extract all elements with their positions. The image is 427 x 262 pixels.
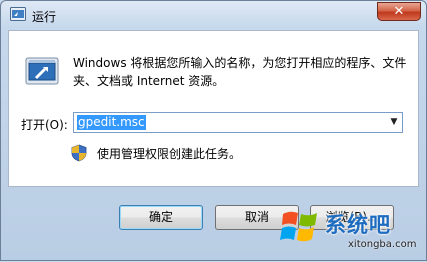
watermark-url: xitongba.com — [348, 239, 417, 250]
admin-privilege-note: 使用管理权限创建此任务。 — [97, 147, 242, 161]
close-icon: ✕ — [393, 4, 405, 19]
run-icon — [10, 7, 26, 21]
dialog-body: Windows 将根据您所输入的名称，为您打开相应的程序、文件夹、文档或 Int… — [8, 30, 419, 187]
close-button[interactable]: ✕ — [377, 2, 421, 21]
windows-logo-icon — [280, 211, 317, 242]
window-title: 运行 — [32, 10, 57, 24]
open-label: 打开(O): — [21, 118, 68, 132]
title-bar[interactable]: 运行 ✕ — [1, 1, 426, 29]
run-dialog-window: 运行 ✕ Windows 将根据您所输入的名称，为您打开相应的程序、文件夹、文档… — [0, 0, 427, 261]
watermark-brand: 系统吧 — [325, 213, 391, 237]
dialog-description: Windows 将根据您所输入的名称，为您打开相应的程序、文件夹、文档或 Int… — [73, 56, 407, 88]
site-watermark: 系统吧 xitongba.com — [277, 203, 427, 262]
chevron-down-icon[interactable]: ▼ — [386, 113, 402, 132]
command-input[interactable]: gpedit.msc — [77, 115, 146, 130]
run-program-icon — [25, 57, 59, 85]
uac-shield-icon — [71, 144, 87, 162]
ok-button[interactable]: 确定 — [119, 205, 203, 230]
command-combobox[interactable]: gpedit.msc ▼ — [73, 112, 403, 133]
